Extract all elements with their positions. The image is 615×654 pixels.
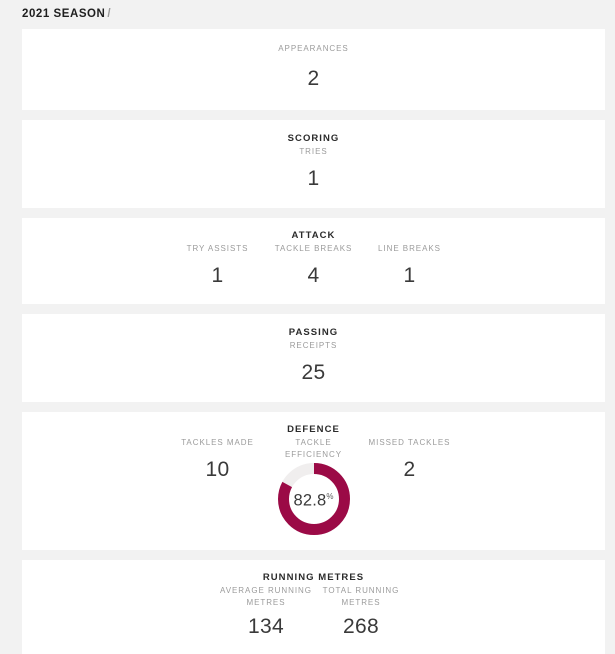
tackle-efficiency-value: 82.8 <box>293 491 327 510</box>
tackle-efficiency-unit: % <box>326 492 334 502</box>
player-season-stats-page: 2021 SEASON / APPEARANCES 2 SCORING TRIES… <box>0 0 615 654</box>
attack-title: ATTACK <box>291 230 336 241</box>
season-separator: / <box>107 8 112 20</box>
passing-title: PASSING <box>288 326 339 338</box>
attack-stat-columns: TRY ASSISTS 1 TACKLE BREAKS 4 LINE BREAK… <box>22 243 605 289</box>
defence-stat-columns: TACKLES MADE 10 TACKLE EFFICIENCY 82.8% <box>22 437 605 538</box>
average-running-metres-label: AVERAGE RUNNING METRES <box>220 586 312 607</box>
tackles-made-label: TACKLES MADE <box>181 438 254 447</box>
donut-chart: 82.8% <box>276 461 352 537</box>
tries-label: TRIES <box>299 146 328 156</box>
missed-tackles-label: MISSED TACKLES <box>368 438 451 447</box>
running-metres-stat-columns: AVERAGE RUNNING METRES 134 TOTAL RUNNING… <box>22 585 605 640</box>
stat-column-total-running-metres: TOTAL RUNNING METRES 268 <box>314 585 409 640</box>
stat-column-tackles-made: TACKLES MADE 10 <box>170 437 266 483</box>
appearances-value: 2 <box>307 66 320 90</box>
line-breaks-label: LINE BREAKS <box>378 244 441 253</box>
tackles-made-value: 10 <box>205 457 230 481</box>
running-metres-title: RUNNING METRES <box>262 572 365 583</box>
card-passing: PASSING RECEIPTS 25 <box>22 313 605 402</box>
receipts-label: RECEIPTS <box>289 340 338 350</box>
stat-column-tackle-efficiency: TACKLE EFFICIENCY 82.8% <box>266 437 362 538</box>
stat-column-average-running-metres: AVERAGE RUNNING METRES 134 <box>219 585 314 640</box>
defence-title: DEFENCE <box>287 424 340 435</box>
tackle-efficiency-chart: 82.8% <box>266 460 362 538</box>
total-running-metres-value: 268 <box>343 615 379 638</box>
try-assists-label: TRY ASSISTS <box>186 244 249 253</box>
season-label: 2021 SEASON <box>22 8 106 20</box>
scoring-title: SCORING <box>287 132 340 144</box>
tackle-efficiency-label: TACKLE EFFICIENCY <box>284 438 343 459</box>
stat-column-missed-tackles: MISSED TACKLES 2 <box>362 437 458 483</box>
line-breaks-value: 1 <box>403 263 416 287</box>
card-scoring: SCORING TRIES 1 <box>22 119 605 208</box>
card-appearances: APPEARANCES 2 <box>22 29 605 110</box>
receipts-value: 25 <box>301 361 326 384</box>
total-running-metres-label: TOTAL RUNNING METRES <box>322 586 400 607</box>
tackle-efficiency-readout: 82.8% <box>293 488 333 510</box>
try-assists-value: 1 <box>211 263 224 287</box>
stat-card-list: APPEARANCES 2 SCORING TRIES 1 ATTACK TRY… <box>0 29 615 654</box>
stat-column-tackle-breaks: TACKLE BREAKS 4 <box>266 243 362 289</box>
card-defence: DEFENCE TACKLES MADE 10 TACKLE EFFICIENC… <box>22 412 605 550</box>
card-attack: ATTACK TRY ASSISTS 1 TACKLE BREAKS 4 LIN… <box>22 218 605 304</box>
missed-tackles-value: 2 <box>403 457 416 481</box>
appearances-label: APPEARANCES <box>278 44 349 53</box>
donut-center-label: 82.8% <box>276 461 352 537</box>
season-header: 2021 SEASON / <box>0 0 615 29</box>
tries-value: 1 <box>307 167 320 190</box>
stat-column-try-assists: TRY ASSISTS 1 <box>170 243 266 289</box>
stat-column-line-breaks: LINE BREAKS 1 <box>362 243 458 289</box>
tackle-breaks-value: 4 <box>307 263 320 287</box>
average-running-metres-value: 134 <box>248 615 284 638</box>
tackle-breaks-label: TACKLE BREAKS <box>274 244 353 253</box>
card-running-metres: RUNNING METRES AVERAGE RUNNING METRES 13… <box>22 560 605 654</box>
